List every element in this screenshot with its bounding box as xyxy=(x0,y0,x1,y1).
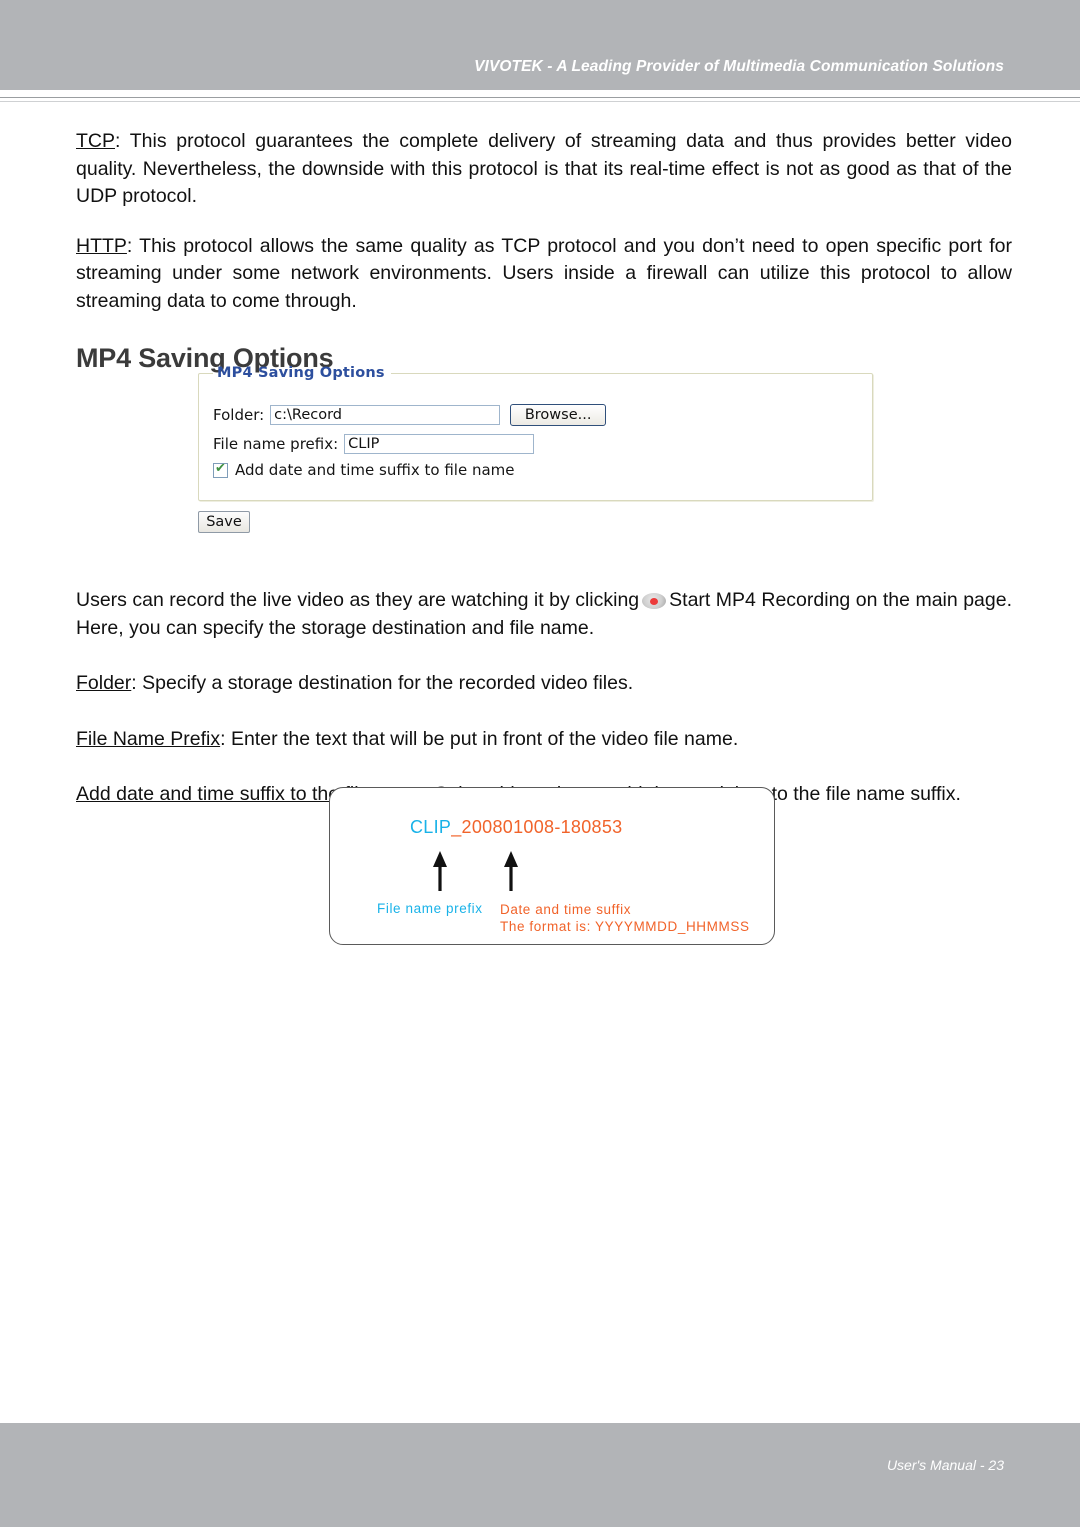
fieldset-legend: MP4 Saving Options xyxy=(217,365,385,381)
checkmark-icon: ✔ xyxy=(215,460,226,476)
paragraph-tcp: TCP: This protocol guarantees the comple… xyxy=(76,128,1012,211)
arrow-up-prefix-icon xyxy=(432,850,448,892)
file-name-prefix-row: File name prefix: xyxy=(213,432,872,456)
paragraph-http: HTTP: This protocol allows the same qual… xyxy=(76,233,1012,316)
browse-button[interactable]: Browse... xyxy=(510,404,607,426)
diagram-caption-suffix-line1: Date and time suffix xyxy=(500,902,632,917)
definition-file-name-prefix: File Name Prefix: Enter the text that wi… xyxy=(76,726,1012,754)
diagram-filename-prefix: CLIP xyxy=(410,817,452,837)
term-file-name-prefix: File Name Prefix xyxy=(76,727,221,750)
folder-input[interactable] xyxy=(270,405,501,425)
diagram-caption-prefix: File name prefix xyxy=(377,901,483,916)
save-button[interactable]: Save xyxy=(198,511,250,533)
footer-title: User's Manual - 23 xyxy=(886,1457,1004,1473)
folder-label: Folder: xyxy=(213,406,265,424)
definition-folder: Folder: Specify a storage destination fo… xyxy=(76,670,1012,698)
page-footer: User's Manual - 23 xyxy=(0,1423,1080,1527)
record-icon xyxy=(642,593,667,609)
diagram-caption-suffix-line2: The format is: YYYYMMDD_HHMMSS xyxy=(500,919,750,934)
diagram-filename: CLIP_200801008-180853 xyxy=(410,817,623,838)
file-name-prefix-label: File name prefix: xyxy=(213,435,339,453)
diagram-filename-suffix: _200801008-180853 xyxy=(451,817,623,837)
paragraph-record-pre: Users can record the live video as they … xyxy=(76,589,640,611)
term-http: HTTP xyxy=(76,234,127,257)
arrow-up-suffix-icon xyxy=(503,850,519,892)
add-date-time-suffix-label: Add date and time suffix to file name xyxy=(235,461,515,479)
paragraph-http-body: : This protocol allows the same quality … xyxy=(76,234,1012,312)
term-folder: Folder xyxy=(76,672,132,694)
page-content: TCP: This protocol guarantees the comple… xyxy=(76,128,1012,390)
definition-file-name-prefix-body: : Enter the text that will be put in fro… xyxy=(220,727,739,750)
page-header: VIVOTEK - A Leading Provider of Multimed… xyxy=(0,0,1080,90)
header-divider xyxy=(0,97,1080,102)
term-tcp: TCP xyxy=(76,130,115,152)
paragraph-record: Users can record the live video as they … xyxy=(76,587,1012,642)
paragraph-tcp-body: : This protocol guarantees the complete … xyxy=(76,130,1012,207)
mp4-saving-options-fieldset: MP4 Saving Options Folder: Browse... Fil… xyxy=(198,365,873,501)
mp4-saving-options-widget: MP4 Saving Options Folder: Browse... Fil… xyxy=(198,365,873,533)
folder-row: Folder: Browse... xyxy=(213,403,872,427)
definition-folder-body: : Specify a storage destination for the … xyxy=(131,672,634,694)
add-date-time-suffix-checkbox[interactable]: ✔ xyxy=(213,460,228,478)
file-name-prefix-input[interactable] xyxy=(344,434,535,454)
add-date-time-suffix-row[interactable]: ✔ Add date and time suffix to file name xyxy=(213,461,872,479)
header-title: VIVOTEK - A Leading Provider of Multimed… xyxy=(474,58,1004,75)
file-name-diagram: CLIP_200801008-180853 File name prefix D… xyxy=(329,787,775,945)
diagram-caption-suffix: Date and time suffix The format is: YYYY… xyxy=(500,901,750,935)
